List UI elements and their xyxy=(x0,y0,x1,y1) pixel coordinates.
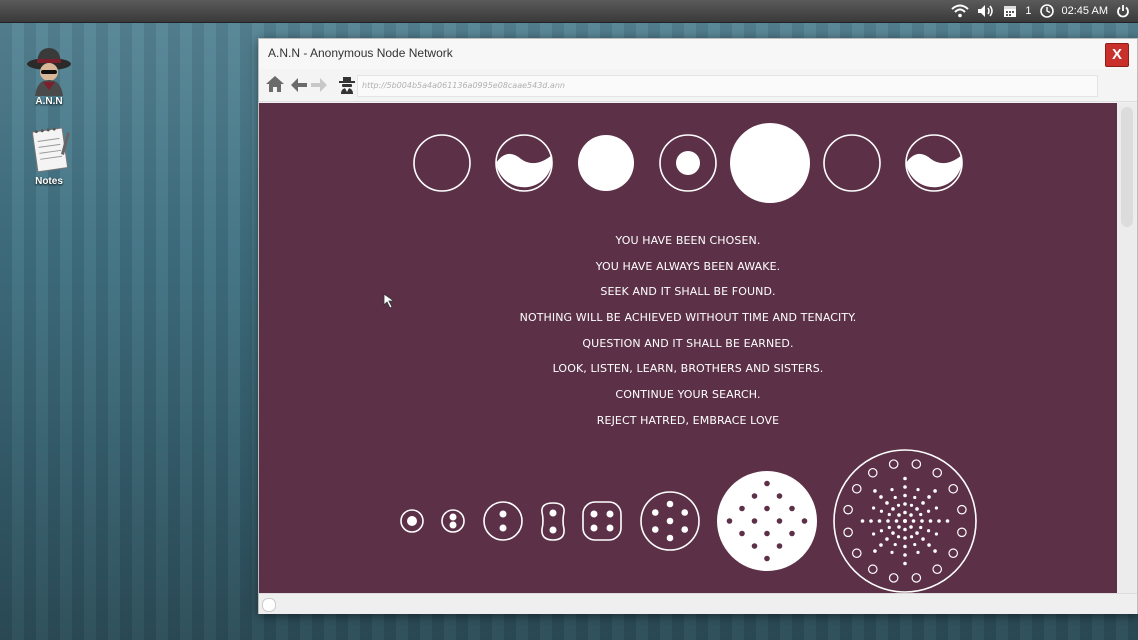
anonymous-agent-icon xyxy=(339,76,355,98)
power-icon[interactable] xyxy=(1116,4,1130,18)
desktop-icon-label: A.N.N xyxy=(35,96,63,107)
cell-division-row xyxy=(400,449,977,593)
cell-stage-8 xyxy=(833,449,977,593)
moon-phase-full xyxy=(578,135,634,191)
message-line: REJECT HATRED, EMBRACE LOVE xyxy=(596,413,780,427)
scrollbar-thumb[interactable] xyxy=(1121,107,1133,227)
cell-stage-2 xyxy=(441,509,465,533)
vertical-scrollbar[interactable] xyxy=(1117,103,1137,593)
message-list: YOU HAVE BEEN CHOSEN. YOU HAVE ALWAYS BE… xyxy=(259,228,1117,434)
desktop-icon-notes[interactable]: Notes xyxy=(14,124,84,187)
clock-icon xyxy=(1039,4,1054,18)
back-arrow-icon[interactable] xyxy=(291,77,307,96)
home-icon[interactable] xyxy=(265,75,285,97)
desktop-icon-ann[interactable]: A.N.N xyxy=(14,44,84,107)
cell-stage-5 xyxy=(582,501,622,541)
url-bar[interactable]: http://5b004b5a4a061136a0995e08caae543d.… xyxy=(357,75,1098,97)
moon-phase-wave xyxy=(495,134,553,192)
horizontal-scroll-thumb[interactable] xyxy=(262,598,276,612)
cell-stage-4 xyxy=(541,502,565,541)
mouse-cursor-icon xyxy=(383,293,397,313)
moon-phases-row xyxy=(413,123,963,203)
horizontal-scrollbar[interactable] xyxy=(259,593,1137,614)
window-title: A.N.N - Anonymous Node Network xyxy=(268,46,453,60)
moon-phase-large-full xyxy=(730,123,810,203)
clock-time[interactable]: 02:45 AM xyxy=(1062,5,1108,17)
cell-stage-6 xyxy=(640,491,700,551)
message-line: QUESTION AND IT SHALL BE EARNED. xyxy=(582,336,794,350)
notepad-icon xyxy=(25,124,73,176)
calendar-icon[interactable] xyxy=(1003,4,1017,18)
workspace-number[interactable]: 1 xyxy=(1025,5,1031,17)
hacker-hat-icon xyxy=(25,44,73,96)
browser-toolbar: http://5b004b5a4a061136a0995e08caae543d.… xyxy=(259,69,1137,102)
browser-window: A.N.N - Anonymous Node Network X http://… xyxy=(258,38,1138,614)
window-titlebar[interactable]: A.N.N - Anonymous Node Network X xyxy=(259,39,1137,70)
moon-phase-ring xyxy=(659,134,717,192)
message-line: YOU HAVE BEEN CHOSEN. xyxy=(615,234,761,247)
moon-phase-wave-2 xyxy=(905,134,963,192)
cell-stage-7 xyxy=(717,471,817,571)
cell-stage-1 xyxy=(400,509,424,533)
message-line: CONTINUE YOUR SEARCH. xyxy=(615,388,761,402)
page-content: YOU HAVE BEEN CHOSEN. YOU HAVE ALWAYS BE… xyxy=(259,103,1117,593)
close-button[interactable]: X xyxy=(1105,43,1129,67)
volume-icon[interactable] xyxy=(977,4,995,18)
forward-arrow-icon[interactable] xyxy=(311,77,327,96)
cell-stage-3 xyxy=(483,501,523,541)
moon-phase-empty xyxy=(413,134,471,192)
wifi-icon[interactable] xyxy=(951,4,970,18)
system-tray: 1 02:45 AM xyxy=(951,0,1130,22)
desktop-icon-label: Notes xyxy=(35,176,63,187)
message-line: YOU HAVE ALWAYS BEEN AWAKE. xyxy=(595,259,781,273)
moon-phase-empty-2 xyxy=(823,134,881,192)
message-line: LOOK, LISTEN, LEARN, BROTHERS AND SISTER… xyxy=(552,362,824,376)
top-panel: 1 02:45 AM xyxy=(0,0,1138,23)
